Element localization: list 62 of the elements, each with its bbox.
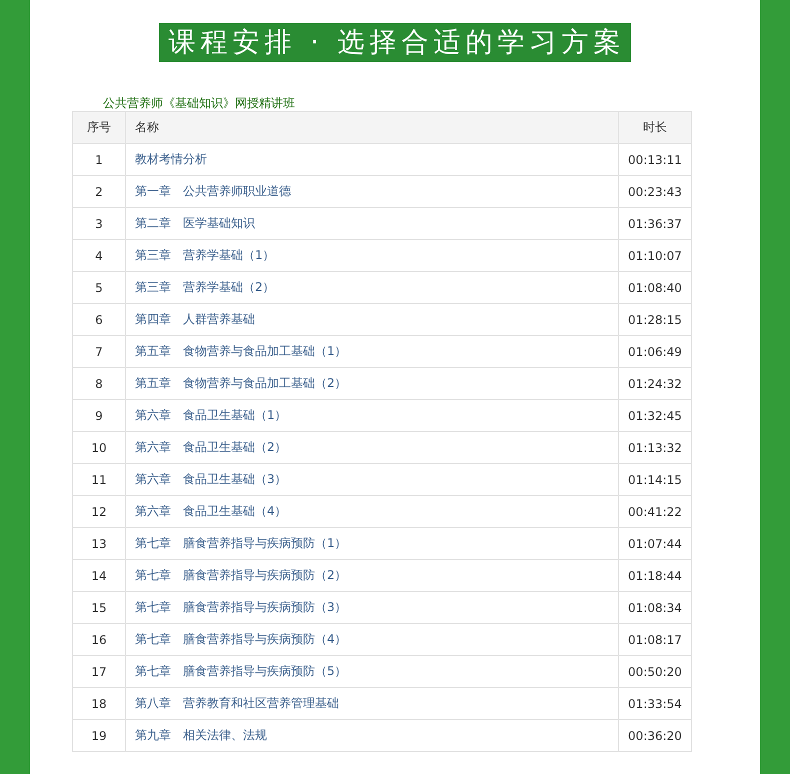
table-cell: 第八章 营养教育和社区营养管理基础 bbox=[126, 688, 618, 720]
table-cell: 第六章 食品卫生基础（2） bbox=[126, 432, 618, 464]
table-cell: 教材考情分析 bbox=[126, 144, 618, 176]
table-cell: 01:08:34 bbox=[618, 592, 692, 624]
table-cell: 01:14:15 bbox=[618, 464, 692, 496]
column-header: 时长 bbox=[618, 112, 692, 144]
table-cell: 第六章 食品卫生基础（4） bbox=[126, 496, 618, 528]
table-cell: 11 bbox=[72, 464, 126, 496]
table-cell: 第七章 膳食营养指导与疾病预防（4） bbox=[126, 624, 618, 656]
table-cell: 17 bbox=[72, 656, 126, 688]
table-cell: 00:13:11 bbox=[618, 144, 692, 176]
table-cell: 01:13:32 bbox=[618, 432, 692, 464]
table-cell: 第五章 食物营养与食品加工基础（2） bbox=[126, 368, 618, 400]
table-cell: 第三章 营养学基础（1） bbox=[126, 240, 618, 272]
table-cell: 01:07:44 bbox=[618, 528, 692, 560]
table-cell: 第六章 食品卫生基础（3） bbox=[126, 464, 618, 496]
table-cell: 01:08:17 bbox=[618, 624, 692, 656]
table-cell: 第七章 膳食营养指导与疾病预防（5） bbox=[126, 656, 618, 688]
table-cell: 1 bbox=[72, 144, 126, 176]
table-cell: 01:32:45 bbox=[618, 400, 692, 432]
table-cell: 4 bbox=[72, 240, 126, 272]
table-cell: 第一章 公共营养师职业道德 bbox=[126, 176, 618, 208]
table-cell: 01:10:07 bbox=[618, 240, 692, 272]
table-cell: 第七章 膳食营养指导与疾病预防（1） bbox=[126, 528, 618, 560]
table-cell: 12 bbox=[72, 496, 126, 528]
table-cell: 第七章 膳食营养指导与疾病预防（3） bbox=[126, 592, 618, 624]
table-cell: 第五章 食物营养与食品加工基础（1） bbox=[126, 336, 618, 368]
table-cell: 9 bbox=[72, 400, 126, 432]
table-cell: 16 bbox=[72, 624, 126, 656]
table-cell: 01:24:32 bbox=[618, 368, 692, 400]
table-cell: 01:18:44 bbox=[618, 560, 692, 592]
table-cell: 01:06:49 bbox=[618, 336, 692, 368]
table-cell: 18 bbox=[72, 688, 126, 720]
table-cell: 00:23:43 bbox=[618, 176, 692, 208]
table-cell: 01:08:40 bbox=[618, 272, 692, 304]
table-cell: 8 bbox=[72, 368, 126, 400]
table-cell: 第二章 医学基础知识 bbox=[126, 208, 618, 240]
table-cell: 10 bbox=[72, 432, 126, 464]
table-cell: 15 bbox=[72, 592, 126, 624]
table-cell: 第七章 膳食营养指导与疾病预防（2） bbox=[126, 560, 618, 592]
table-cell: 13 bbox=[72, 528, 126, 560]
table-cell: 19 bbox=[72, 720, 126, 752]
table-cell: 3 bbox=[72, 208, 126, 240]
table-cell: 01:36:37 bbox=[618, 208, 692, 240]
column-header: 名称 bbox=[126, 112, 618, 144]
course-title: 公共营养师《基础知识》网授精讲班 bbox=[103, 95, 295, 111]
table-cell: 01:28:15 bbox=[618, 304, 692, 336]
table-cell: 01:33:54 bbox=[618, 688, 692, 720]
table-cell: 5 bbox=[72, 272, 126, 304]
banner-title: 课程安排 · 选择合适的学习方案 bbox=[158, 23, 632, 62]
table-cell: 00:36:20 bbox=[618, 720, 692, 752]
table-cell: 第三章 营养学基础（2） bbox=[126, 272, 618, 304]
table-cell: 第四章 人群营养基础 bbox=[126, 304, 618, 336]
table-cell: 00:41:22 bbox=[618, 496, 692, 528]
table-cell: 14 bbox=[72, 560, 126, 592]
table-cell: 第九章 相关法律、法规 bbox=[126, 720, 618, 752]
table-cell: 00:50:20 bbox=[618, 656, 692, 688]
table-cell: 6 bbox=[72, 304, 126, 336]
table-cell: 第六章 食品卫生基础（1） bbox=[126, 400, 618, 432]
table-cell: 2 bbox=[72, 176, 126, 208]
table-cell: 7 bbox=[72, 336, 126, 368]
column-header: 序号 bbox=[72, 112, 126, 144]
